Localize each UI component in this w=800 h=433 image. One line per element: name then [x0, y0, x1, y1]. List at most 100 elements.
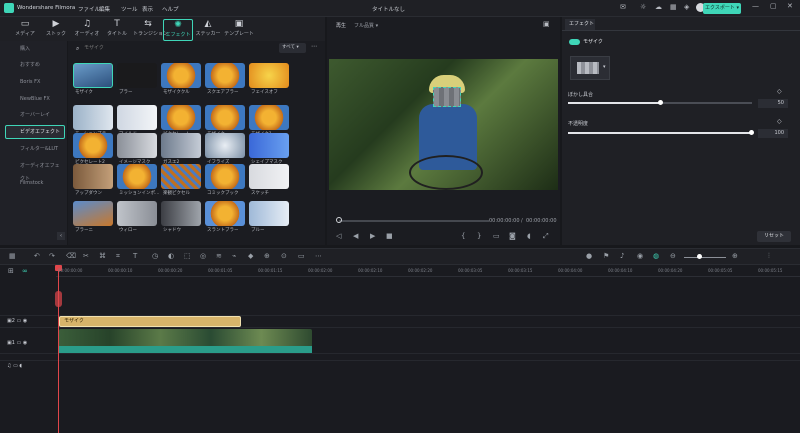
undo-icon[interactable]: ↶ — [34, 252, 40, 260]
add-track-icon[interactable]: ⊞ — [8, 267, 14, 275]
camera-icon[interactable]: ◙ — [509, 232, 516, 240]
marker-icon[interactable]: ⚑ — [603, 252, 609, 260]
effect-thumbnail[interactable] — [205, 201, 245, 226]
effect-thumbnail[interactable] — [205, 105, 245, 130]
opacity-value-field[interactable]: 100 — [758, 129, 788, 138]
prev-frame-icon[interactable]: ◁ — [336, 232, 341, 240]
transform-icon[interactable]: ⬚ — [184, 252, 191, 260]
speed-icon[interactable]: ◷ — [152, 252, 158, 260]
delete-icon[interactable]: ⌫ — [66, 252, 76, 260]
cloud-icon[interactable]: ☁ — [655, 3, 662, 11]
effect-thumbnail[interactable] — [117, 164, 157, 189]
gift-icon[interactable]: ◈ — [684, 3, 689, 11]
maximize-icon[interactable]: ▢ — [770, 2, 777, 10]
zoom-out-icon[interactable]: ⊖ — [670, 252, 676, 260]
video-clip-thumbnails[interactable] — [59, 329, 312, 346]
scrubber-handle[interactable] — [336, 217, 342, 223]
stabilize-icon[interactable]: ≋ — [216, 252, 222, 260]
fullscreen-icon[interactable]: ⤢ — [543, 232, 549, 241]
grid-icon[interactable]: ▦ — [670, 3, 677, 11]
tab-stock[interactable]: ▶ ストック — [41, 19, 71, 40]
effect-thumbnail[interactable] — [117, 133, 157, 158]
close-icon[interactable]: ✕ — [787, 2, 793, 10]
menu-help[interactable]: ヘルプ — [162, 5, 179, 13]
menu-view[interactable]: 表示 — [142, 5, 153, 13]
effect-thumbnail[interactable] — [205, 133, 245, 158]
tab-effect-props[interactable]: エフェクト — [565, 19, 595, 30]
effect-thumbnail[interactable] — [249, 201, 289, 226]
effect-thumbnail[interactable] — [73, 201, 113, 226]
tab-audio[interactable]: ♫ オーディオ — [72, 19, 102, 40]
sidebar-item-audio-effects[interactable]: オーディオエフェクト — [6, 160, 64, 182]
reset-button[interactable]: リセット — [757, 231, 791, 242]
menu-tools[interactable]: ツール — [121, 5, 138, 13]
effect-thumbnail[interactable] — [117, 105, 157, 130]
export-button[interactable]: エクスポート ▾ — [703, 3, 741, 14]
link-icon[interactable]: ∞ — [22, 267, 28, 275]
monitor-icon[interactable]: ▭ — [493, 232, 500, 240]
effect-thumbnail[interactable] — [161, 164, 201, 189]
crop-icon[interactable]: ⌗ — [116, 252, 120, 261]
effect-thumbnail[interactable] — [249, 63, 289, 88]
effect-thumbnail[interactable] — [249, 133, 289, 158]
snapshot-view-icon[interactable]: ▣ — [543, 20, 550, 28]
render-icon[interactable]: ● — [586, 252, 592, 260]
effect-thumbnail[interactable] — [249, 105, 289, 130]
stop-icon[interactable]: ■ — [386, 232, 393, 240]
split-icon[interactable]: ✂ — [83, 252, 89, 260]
sidebar-item-filters-lut[interactable]: フィルター&LUT — [6, 143, 64, 156]
sidebar-item-newbluefx[interactable]: NewBlue FX — [6, 93, 64, 106]
effect-thumbnail[interactable] — [205, 63, 245, 88]
menu-file[interactable]: ファイル — [78, 5, 100, 13]
tab-titles[interactable]: T タイトル — [102, 19, 132, 40]
tab-effects[interactable]: ✺ エフェクト — [163, 19, 193, 41]
menu-edit[interactable]: 編集 — [99, 5, 110, 13]
zoom-slider-handle[interactable] — [697, 254, 702, 259]
sidebar-item-borisfx[interactable]: Boris FX — [6, 76, 64, 89]
keyframe-icon[interactable]: ◇ — [777, 88, 782, 95]
sidebar-item-overlay[interactable]: オーバーレイ — [6, 109, 64, 122]
snap-icon[interactable]: ◍ — [653, 252, 659, 260]
video-clip-audio[interactable] — [59, 346, 312, 353]
minimize-icon[interactable]: — — [752, 2, 759, 10]
color-icon[interactable]: ◐ — [168, 252, 174, 260]
audio-stretch-icon[interactable]: ⌁ — [232, 252, 236, 260]
layout-icon[interactable]: ▦ — [9, 252, 16, 260]
effect-thumbnail[interactable] — [117, 201, 157, 226]
mark-in-icon[interactable]: { — [461, 232, 465, 240]
timeline-settings-icon[interactable]: ⫶ — [768, 252, 770, 261]
effect-thumbnail[interactable] — [73, 133, 113, 158]
effect-toggle[interactable] — [569, 39, 580, 45]
mosaic-region[interactable] — [433, 87, 461, 107]
keyframe-panel-icon[interactable]: ◆ — [248, 252, 253, 260]
effect-thumbnail[interactable] — [161, 201, 201, 226]
tab-templates[interactable]: ▣ テンプレート — [224, 19, 254, 40]
more-tools-icon[interactable]: ⋯ — [315, 252, 322, 260]
effect-thumbnail[interactable] — [73, 164, 113, 189]
preview-scrubber[interactable] — [339, 220, 489, 222]
effect-thumbnail[interactable] — [161, 133, 201, 158]
ratio-icon[interactable]: ▭ — [298, 252, 305, 260]
effect-clip[interactable]: モザイク — [59, 316, 241, 327]
tab-transitions[interactable]: ⇆ トランジション — [133, 19, 168, 40]
chat-icon[interactable]: ✉ — [620, 3, 626, 11]
tab-stickers[interactable]: ◭ ステッカー — [193, 19, 223, 40]
effect-thumbnail[interactable] — [117, 63, 157, 88]
mic-icon[interactable]: ♪ — [620, 252, 624, 260]
mask-icon[interactable]: ◎ — [200, 252, 206, 260]
zoom-slider[interactable] — [684, 257, 726, 258]
video-preview[interactable] — [329, 59, 558, 190]
keyframe-icon[interactable]: ◇ — [777, 118, 782, 125]
effect-thumbnail[interactable] — [249, 164, 289, 189]
voiceover-icon[interactable]: ◉ — [637, 252, 643, 260]
sidebar-item-recommended[interactable]: おすすめ — [6, 59, 64, 72]
text-icon[interactable]: T — [133, 252, 137, 260]
mark-out-icon[interactable]: } — [477, 232, 481, 240]
tab-media[interactable]: ▭ メディア — [10, 19, 40, 40]
sidebar-item-filmstock[interactable]: Filmstock — [6, 177, 64, 190]
quality-dropdown[interactable]: フル品質 ▾ — [354, 22, 378, 29]
collapse-sidebar-icon[interactable]: ‹ — [57, 232, 65, 240]
tag-icon[interactable]: ⌘ — [99, 252, 106, 260]
blur-value-field[interactable]: 50 — [758, 99, 788, 108]
step-back-icon[interactable]: ◀ — [353, 232, 358, 240]
